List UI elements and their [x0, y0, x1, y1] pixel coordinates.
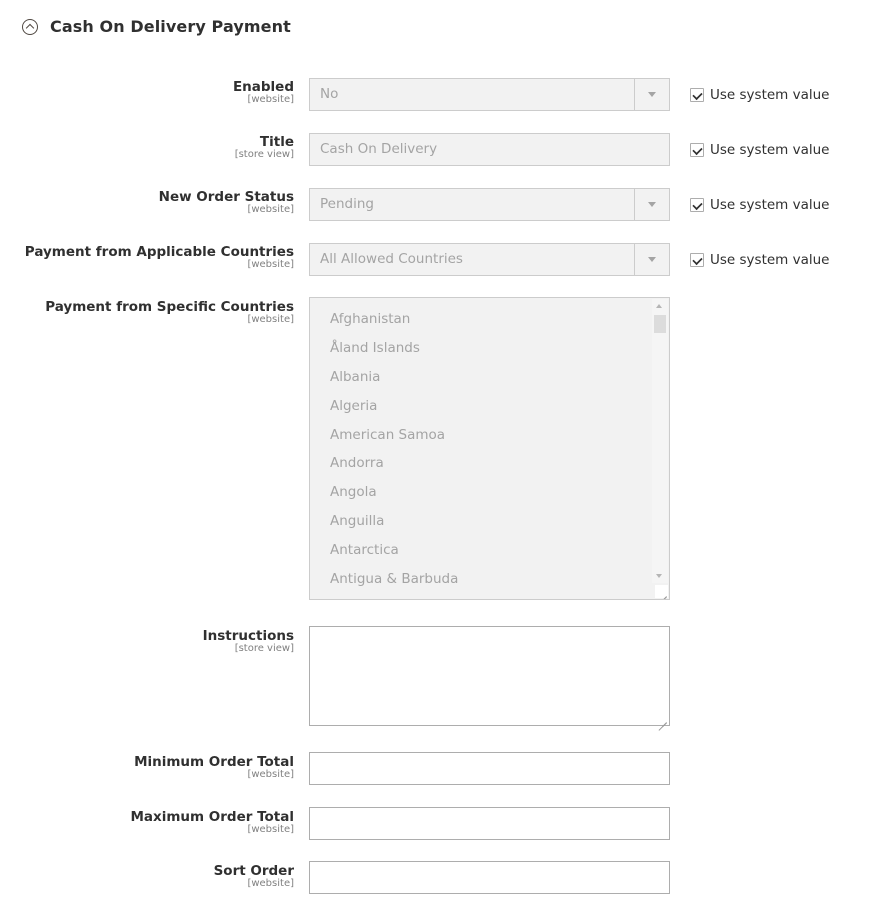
country-option[interactable]: Afghanistan [330, 308, 669, 337]
resize-handle-icon[interactable] [655, 585, 668, 598]
use-system-value-label: Use system value [710, 87, 830, 103]
min-order-total-input[interactable] [309, 752, 670, 785]
new-order-status-select[interactable]: Pending [309, 188, 670, 221]
country-option[interactable]: Anguilla [330, 510, 669, 539]
use-system-value-title[interactable]: Use system value [690, 142, 829, 158]
resize-handle-icon[interactable] [655, 711, 668, 724]
field-label-title: Title [store view] [235, 134, 294, 161]
label-text: Minimum Order Total [134, 754, 294, 770]
section-header-cash-on-delivery[interactable]: Cash On Delivery Payment [22, 12, 291, 40]
country-option[interactable]: Algeria [330, 395, 669, 424]
select-value: No [320, 86, 339, 102]
checkbox-checked-icon[interactable] [690, 143, 704, 157]
scope-text: [store view] [234, 643, 294, 654]
country-option[interactable]: Åland Islands [330, 337, 669, 366]
applicable-countries-select[interactable]: All Allowed Countries [309, 243, 670, 276]
select-value: All Allowed Countries [320, 251, 463, 267]
label-text: Sort Order [213, 863, 294, 879]
field-label-sort-order: Sort Order [website] [214, 863, 294, 890]
checkbox-checked-icon[interactable] [690, 253, 704, 267]
field-label-applicable-countries: Payment from Applicable Countries [websi… [25, 244, 294, 271]
use-system-value-applicable-countries[interactable]: Use system value [690, 252, 829, 268]
scope-text: [website] [247, 94, 294, 105]
label-text: Maximum Order Total [130, 809, 294, 825]
field-label-min-order-total: Minimum Order Total [website] [134, 754, 294, 781]
country-option[interactable]: Antigua & Barbuda [330, 568, 669, 597]
section-title: Cash On Delivery Payment [50, 16, 291, 36]
instructions-textarea[interactable] [309, 626, 670, 726]
scope-text: [website] [247, 204, 294, 215]
field-label-max-order-total: Maximum Order Total [website] [130, 809, 294, 836]
country-options-list: Afghanistan Åland Islands Albania Algeri… [310, 298, 669, 597]
label-text: New Order Status [158, 189, 294, 205]
enabled-select[interactable]: No [309, 78, 670, 111]
label-text: Payment from Applicable Countries [24, 244, 294, 260]
scope-text: [website] [247, 314, 294, 325]
use-system-value-label: Use system value [710, 142, 830, 158]
country-option[interactable]: American Samoa [330, 424, 669, 453]
chevron-down-icon[interactable] [634, 244, 669, 275]
collapse-up-icon[interactable] [22, 19, 38, 35]
use-system-value-label: Use system value [710, 252, 830, 268]
scroll-up-arrow-icon[interactable] [656, 304, 662, 308]
checkbox-checked-icon[interactable] [690, 88, 704, 102]
country-option[interactable]: Antarctica [330, 539, 669, 568]
scope-text: [website] [247, 824, 294, 835]
field-label-specific-countries: Payment from Specific Countries [website… [45, 299, 294, 326]
sort-order-input[interactable] [309, 861, 670, 894]
field-label-instructions: Instructions [store view] [203, 628, 294, 655]
scope-text: [website] [247, 769, 294, 780]
field-label-new-order-status: New Order Status [website] [159, 189, 294, 216]
checkbox-checked-icon[interactable] [690, 198, 704, 212]
use-system-value-label: Use system value [710, 197, 830, 213]
scroll-down-arrow-icon[interactable] [656, 574, 662, 578]
scope-text: [website] [247, 259, 294, 270]
max-order-total-input[interactable] [309, 807, 670, 840]
scrollbar-thumb[interactable] [654, 315, 666, 333]
select-value: Pending [320, 196, 374, 212]
chevron-down-icon[interactable] [634, 79, 669, 110]
label-text: Instructions [202, 628, 294, 644]
label-text: Title [259, 134, 294, 150]
country-option[interactable]: Andorra [330, 452, 669, 481]
label-text: Payment from Specific Countries [45, 299, 294, 315]
country-option[interactable]: Albania [330, 366, 669, 395]
use-system-value-new-order-status[interactable]: Use system value [690, 197, 829, 213]
field-label-enabled: Enabled [website] [233, 79, 294, 106]
chevron-down-icon[interactable] [634, 189, 669, 220]
specific-countries-multiselect[interactable]: Afghanistan Åland Islands Albania Algeri… [309, 297, 670, 600]
scrollbar[interactable] [652, 299, 668, 583]
scope-text: [store view] [234, 149, 294, 160]
scope-text: [website] [247, 878, 294, 889]
label-text: Enabled [232, 79, 294, 95]
use-system-value-enabled[interactable]: Use system value [690, 87, 829, 103]
country-option[interactable]: Angola [330, 481, 669, 510]
title-input[interactable]: Cash On Delivery [309, 133, 670, 166]
input-value: Cash On Delivery [320, 141, 438, 157]
